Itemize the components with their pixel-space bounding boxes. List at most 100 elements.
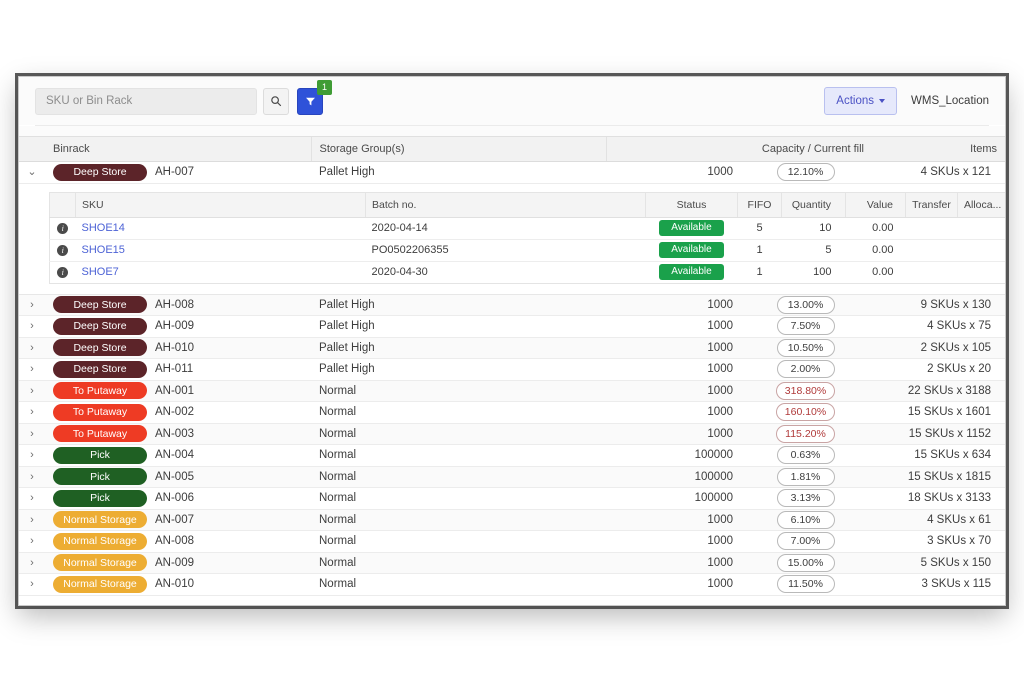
chevron-right-icon[interactable]: › <box>30 364 34 375</box>
row-expand-toggle[interactable]: › <box>19 552 45 574</box>
binrack-code: AN-009 <box>155 556 194 569</box>
column-header-items[interactable]: Items <box>872 136 1005 162</box>
sku-row[interactable]: iSHOE142020-04-14Available5100.00⇄ <box>49 217 1005 240</box>
items-cell: 3 SKUs x 70 <box>872 530 1005 553</box>
column-header-storage-group[interactable]: Storage Group(s) <box>310 136 606 162</box>
storage-group-cell: Normal <box>311 444 606 467</box>
filter-group: 1 <box>297 79 332 115</box>
row-expand-toggle[interactable]: › <box>19 294 45 316</box>
binrack-label-cell: Normal Storage AN-009 <box>45 552 311 574</box>
sku-link[interactable]: SHOE7 <box>82 266 119 278</box>
row-expand-toggle[interactable]: › <box>19 380 45 402</box>
binrack-row[interactable]: ⌄ Deep Store AH-007 Pallet High 1000 12.10% 4 … <box>19 161 1005 184</box>
row-expand-toggle[interactable]: › <box>19 487 45 510</box>
sku-row[interactable]: iSHOE72020-04-30Available11000.00⇄ <box>50 261 1006 283</box>
chevron-right-icon[interactable]: › <box>30 450 34 461</box>
chevron-right-icon[interactable]: › <box>30 536 34 547</box>
actions-button[interactable]: Actions <box>824 87 898 115</box>
chevron-right-icon[interactable]: › <box>30 557 34 569</box>
status-badge: Available <box>659 220 724 236</box>
sku-info-cell[interactable]: i <box>49 217 76 240</box>
sku-row[interactable]: iSHOE15PO0502206355Available150.00⇄ <box>49 239 1005 262</box>
column-header-binrack[interactable]: Binrack <box>45 136 311 162</box>
binrack-row[interactable]: › Pick AN-006 Normal 100000 3.13% 18 SKUs x 31… <box>19 487 1005 510</box>
info-circle-icon[interactable]: i <box>57 267 69 278</box>
binrack-row[interactable]: › Deep Store AH-009 Pallet High 1000 7.50% 4 S… <box>19 315 1005 338</box>
binrack-row[interactable]: › Normal Storage AN-007 Normal 1000 6.10% 4 SK… <box>19 509 1005 531</box>
sku-cell[interactable]: SHOE15 <box>75 239 366 262</box>
column-header-allocated[interactable]: Alloca... <box>957 192 1005 218</box>
column-header-batch[interactable]: Batch no. <box>365 192 646 218</box>
binrack-row[interactable]: › To Putaway AN-003 Normal 1000 115.20% 15 SKU… <box>19 423 1005 445</box>
capacity-cell: 1000 <box>606 315 739 338</box>
sku-cell[interactable]: SHOE14 <box>75 217 366 240</box>
row-expand-toggle[interactable]: › <box>19 337 45 359</box>
column-header-sku[interactable]: SKU <box>75 192 366 218</box>
chevron-right-icon[interactable]: › <box>30 321 34 332</box>
row-expand-toggle[interactable]: › <box>19 530 45 553</box>
binrack-label-cell: Deep Store AH-009 <box>45 315 311 338</box>
binrack-row[interactable]: › Pick AN-005 Normal 100000 1.81% 15 SKUs x 18… <box>19 466 1005 488</box>
row-expand-toggle[interactable]: › <box>19 401 45 424</box>
row-expand-toggle[interactable]: › <box>19 573 45 596</box>
sku-link[interactable]: SHOE15 <box>82 244 125 256</box>
sku-detail-panel: SKU Batch no. Status FIFO Quantity Value Trans… <box>19 183 1006 294</box>
row-expand-toggle[interactable]: › <box>19 466 45 488</box>
chevron-right-icon[interactable]: › <box>30 471 34 483</box>
sku-table: SKU Batch no. Status FIFO Quantity Value Trans… <box>49 191 1006 284</box>
current-fill-cell: 318.80% <box>739 380 872 402</box>
binrack-row[interactable]: › Normal Storage AN-008 Normal 1000 7.00% 3 SK… <box>19 530 1005 553</box>
column-header-status[interactable]: Status <box>645 192 738 218</box>
binrack-type-badge: Deep Store <box>53 163 147 181</box>
fifo-cell: 1 <box>756 266 763 278</box>
row-expand-toggle[interactable]: ⌄ <box>19 161 45 184</box>
column-header-transfer[interactable]: Transfer <box>905 192 958 218</box>
binrack-type-badge: Deep Store <box>53 317 147 335</box>
chevron-right-icon[interactable]: › <box>30 299 34 311</box>
capacity-cell: 100000 <box>606 444 739 467</box>
binrack-row[interactable]: › To Putaway AN-002 Normal 1000 160.10% 15 SKU… <box>19 401 1005 424</box>
chevron-right-icon[interactable]: › <box>30 579 34 590</box>
binrack-row[interactable]: › Pick AN-004 Normal 100000 0.63% 15 SKUs x 63… <box>19 444 1005 467</box>
chevron-right-icon[interactable]: › <box>30 514 34 526</box>
binrack-code: AN-007 <box>155 513 194 526</box>
search-input[interactable] <box>35 87 257 115</box>
status-cell: Available <box>645 217 738 240</box>
info-circle-icon[interactable]: i <box>57 223 69 234</box>
sku-info-cell[interactable]: i <box>50 261 76 283</box>
sku-link[interactable]: SHOE14 <box>82 222 125 234</box>
info-circle-icon[interactable]: i <box>57 245 69 256</box>
chevron-right-icon[interactable]: › <box>30 407 34 418</box>
binrack-row[interactable]: › Deep Store AH-011 Pallet High 1000 2.00% 2 S… <box>19 358 1005 381</box>
allocated-cell <box>957 217 1005 240</box>
binrack-row[interactable]: › To Putaway AN-001 Normal 1000 318.80% 22 SKU… <box>19 380 1005 402</box>
row-expand-toggle[interactable]: › <box>19 315 45 338</box>
column-header-capacity-fill[interactable]: Capacity / Current fill <box>605 136 872 162</box>
items-cell: 4 SKUs x 121 <box>872 161 1005 184</box>
column-header-fifo[interactable]: FIFO <box>737 192 782 218</box>
storage-group-cell: Normal <box>311 487 606 510</box>
row-expand-toggle[interactable]: › <box>19 444 45 467</box>
chevron-right-icon[interactable]: › <box>30 428 34 440</box>
column-header-value[interactable]: Value <box>845 192 906 218</box>
chevron-right-icon[interactable]: › <box>30 385 34 397</box>
search-button[interactable] <box>263 87 289 115</box>
chevron-right-icon[interactable]: › <box>30 493 34 504</box>
chevron-down-icon[interactable]: ⌄ <box>27 167 36 178</box>
binrack-row[interactable]: › Normal Storage AN-010 Normal 1000 11.50% 3 S… <box>19 573 1005 596</box>
binrack-row[interactable]: › Normal Storage AN-009 Normal 1000 15.00% 5 S… <box>19 552 1005 574</box>
current-fill-cell: 13.00% <box>739 294 872 316</box>
binrack-row[interactable]: › Deep Store AH-008 Pallet High 1000 13.00% 9 … <box>19 294 1005 316</box>
binrack-row[interactable]: › Deep Store AH-010 Pallet High 1000 10.50% 2 … <box>19 337 1005 359</box>
current-fill-cell: 0.63% <box>739 444 872 467</box>
row-expand-toggle[interactable]: › <box>19 423 45 445</box>
row-expand-toggle[interactable]: › <box>19 358 45 381</box>
capacity-cell: 1000 <box>606 423 739 445</box>
binrack-label-cell: To Putaway AN-001 <box>45 380 311 402</box>
row-expand-toggle[interactable]: › <box>19 509 45 531</box>
chevron-right-icon[interactable]: › <box>30 342 34 354</box>
column-header-quantity[interactable]: Quantity <box>781 192 846 218</box>
fill-percent-pill: 0.63% <box>776 446 835 465</box>
sku-cell[interactable]: SHOE7 <box>76 261 366 283</box>
sku-info-cell[interactable]: i <box>49 239 76 262</box>
